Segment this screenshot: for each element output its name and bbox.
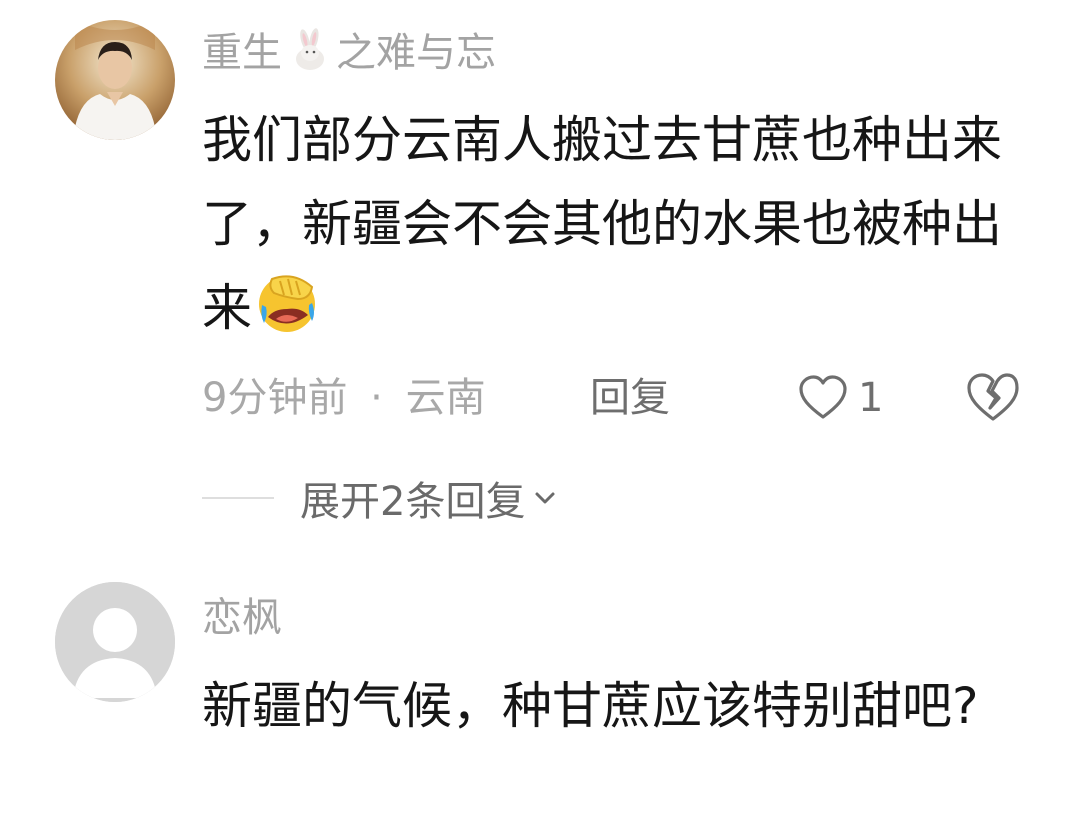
comment-text: 新疆的气候，种甘蔗应该特别甜吧? xyxy=(202,664,1022,748)
user-photo-icon xyxy=(55,20,175,140)
like-button[interactable]: 1 xyxy=(798,370,883,426)
rabbit-emoji-icon xyxy=(288,28,332,72)
comment-author[interactable]: 重生 之难与忘 xyxy=(202,28,496,77)
comment-item: 恋枫 新疆的气候，种甘蔗应该特别甜吧? xyxy=(0,560,1084,819)
heart-outline-icon xyxy=(799,375,847,419)
avatar[interactable] xyxy=(55,20,175,140)
chevron-down-icon xyxy=(535,492,555,504)
reply-button[interactable]: 回复 xyxy=(590,370,670,426)
expand-replies-button[interactable]: 展开2条回复 xyxy=(202,470,559,526)
author-name: 恋枫 xyxy=(202,595,282,641)
author-name: 重生 xyxy=(202,30,282,76)
comment-author[interactable]: 恋枫 xyxy=(202,594,282,642)
meta-separator: · xyxy=(370,375,383,421)
comment-text-content: 新疆的气候，种甘蔗应该特别甜吧? xyxy=(202,677,979,735)
broken-heart-icon xyxy=(967,373,1019,421)
expand-replies-label: 展开2条回复 xyxy=(300,479,526,525)
expand-divider xyxy=(202,497,274,499)
comment-text: 我们部分云南人搬过去甘蔗也种出来了，新疆会不会其他的水果也被种出来 xyxy=(202,98,1022,350)
comment-time: 9分钟前 xyxy=(202,375,348,421)
face-palm-laughing-emoji-icon xyxy=(254,269,320,335)
comment-location: 云南 xyxy=(405,375,486,421)
like-count: 1 xyxy=(858,375,884,421)
comment-item: 重生 之难与忘 我们部分云南人搬过去甘蔗也种出来了，新疆会不会其他的水果也被种出… xyxy=(0,0,1084,560)
avatar[interactable] xyxy=(55,582,175,702)
dislike-button[interactable] xyxy=(966,372,1020,424)
comment-text-content: 我们部分云南人搬过去甘蔗也种出来了，新疆会不会其他的水果也被种出来 xyxy=(202,111,1002,337)
author-name-suffix: 之难与忘 xyxy=(336,30,496,76)
default-avatar-icon xyxy=(55,582,175,702)
comment-meta: 9分钟前 · 云南 xyxy=(202,370,486,426)
